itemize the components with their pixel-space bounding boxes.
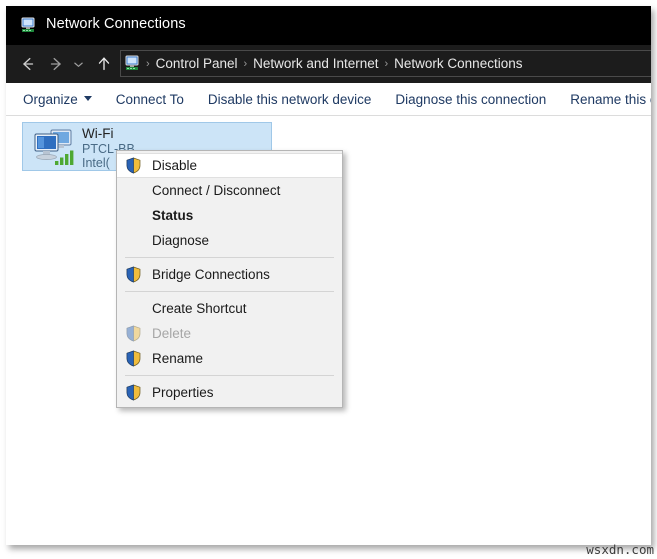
title-bar: Network Connections xyxy=(6,6,651,45)
address-bar-network-icon xyxy=(125,55,142,72)
command-toolbar: Organize Connect To Disable this network… xyxy=(6,83,651,116)
menu-item-label: Create Shortcut xyxy=(152,301,247,316)
breadcrumb-separator: › xyxy=(384,57,389,70)
menu-item-connect-disconnect[interactable]: Connect / Disconnect xyxy=(117,178,342,203)
uac-shield-icon xyxy=(125,157,142,174)
menu-item-properties[interactable]: Properties xyxy=(117,380,342,405)
menu-item-disable[interactable]: Disable xyxy=(117,153,342,178)
source-watermark: wsxdn.com xyxy=(586,542,654,557)
menu-item-bridge-connections[interactable]: Bridge Connections xyxy=(117,262,342,287)
menu-item-label: Properties xyxy=(152,385,214,400)
menu-item-label: Rename xyxy=(152,351,204,366)
menu-item-rename[interactable]: Rename xyxy=(117,346,342,371)
network-connections-window: Network Connections › Control Panel › Ne… xyxy=(6,6,651,545)
toolbar-disable-device-button[interactable]: Disable this network device xyxy=(196,92,384,107)
window-title: Network Connections xyxy=(46,16,186,32)
menu-item-label: Delete xyxy=(152,326,192,341)
uac-shield-icon xyxy=(125,266,142,283)
menu-item-label: Connect / Disconnect xyxy=(152,183,281,198)
menu-item-create-shortcut[interactable]: Create Shortcut xyxy=(117,296,342,321)
breadcrumb-network-connections[interactable]: Network Connections xyxy=(390,56,526,71)
breadcrumb-separator: › xyxy=(146,57,150,70)
menu-item-status[interactable]: Status xyxy=(117,203,342,228)
caret-down-icon xyxy=(83,96,92,102)
up-arrow-icon[interactable] xyxy=(92,52,116,76)
forward-arrow-icon[interactable] xyxy=(44,52,68,76)
menu-separator xyxy=(125,291,334,292)
menu-item-delete: Delete xyxy=(117,321,342,346)
connection-name: Wi-Fi xyxy=(82,126,114,141)
toolbar-organize-label: Organize xyxy=(23,91,78,107)
chevron-down-icon[interactable] xyxy=(70,52,87,76)
toolbar-diagnose-connection-button[interactable]: Diagnose this connection xyxy=(383,92,558,107)
breadcrumb-network-and-internet[interactable]: Network and Internet xyxy=(249,56,382,71)
menu-separator xyxy=(125,375,334,376)
network-connections-icon xyxy=(21,17,38,34)
toolbar-connect-to-button[interactable]: Connect To xyxy=(104,92,196,107)
context-menu[interactable]: Disable Connect / Disconnect Status Diag… xyxy=(116,150,343,408)
menu-item-diagnose[interactable]: Diagnose xyxy=(117,228,342,253)
address-bar[interactable]: › Control Panel › Network and Internet ›… xyxy=(120,50,651,77)
uac-shield-icon xyxy=(125,325,142,342)
navigation-bar: › Control Panel › Network and Internet ›… xyxy=(6,45,651,83)
menu-separator xyxy=(125,257,334,258)
uac-shield-icon xyxy=(125,384,142,401)
toolbar-organize-button[interactable]: Organize xyxy=(6,92,104,107)
breadcrumb-separator: › xyxy=(243,57,248,70)
menu-item-label: Disable xyxy=(152,158,198,173)
menu-item-label: Status xyxy=(152,208,194,223)
uac-shield-icon xyxy=(125,350,142,367)
toolbar-rename-connection-button[interactable]: Rename this conne xyxy=(558,92,651,107)
menu-item-label: Bridge Connections xyxy=(152,267,270,282)
back-arrow-icon[interactable] xyxy=(16,52,40,76)
menu-item-label: Diagnose xyxy=(152,233,210,248)
breadcrumb-control-panel[interactable]: Control Panel xyxy=(152,56,242,71)
network-adapter-icon xyxy=(31,128,75,168)
